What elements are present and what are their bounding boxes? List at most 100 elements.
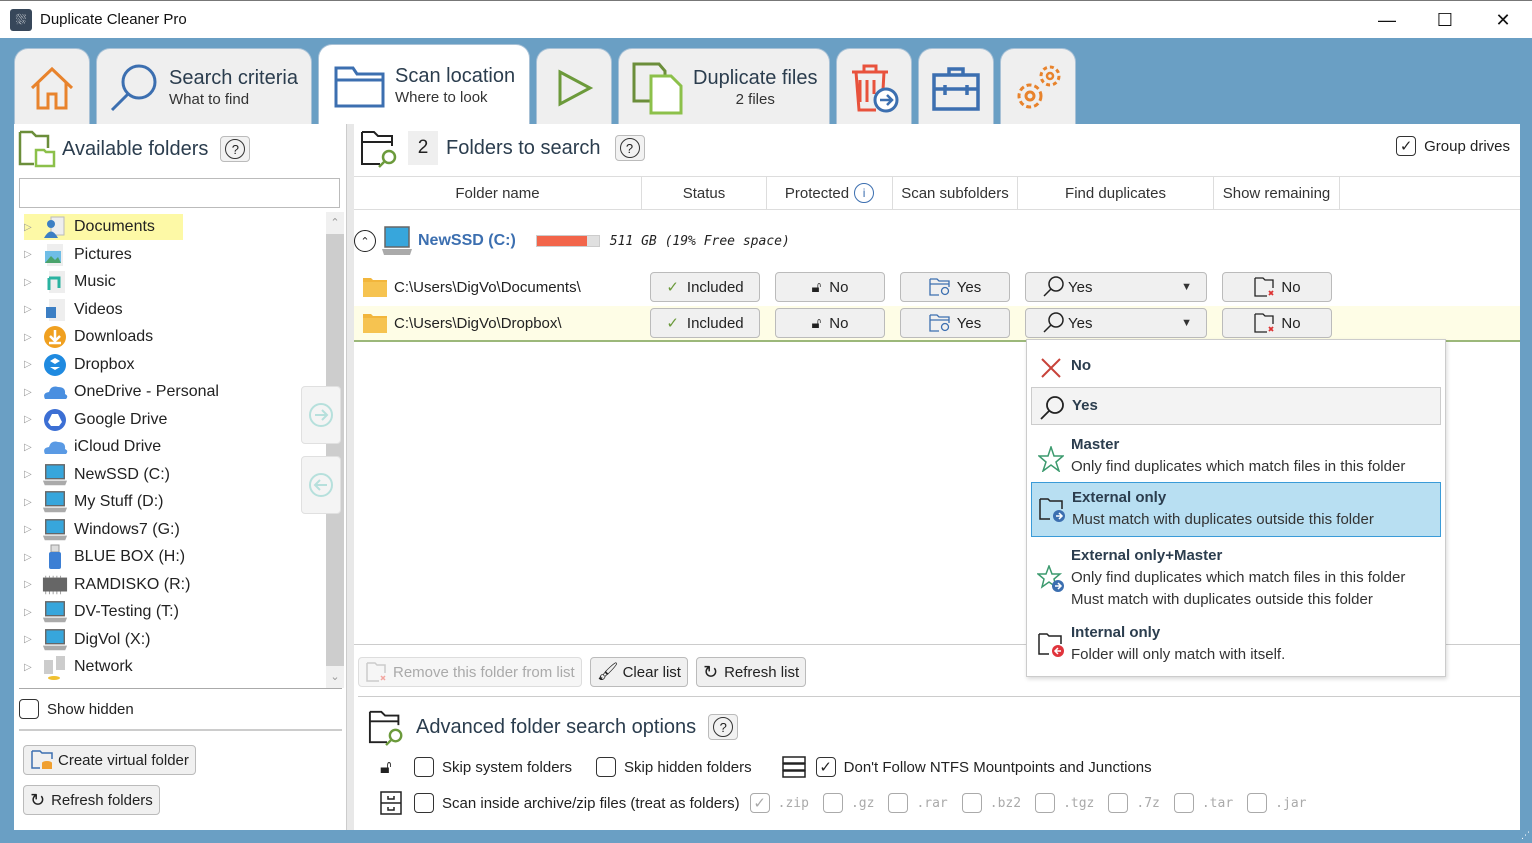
minimize-button[interactable]: — bbox=[1358, 1, 1416, 39]
extension-checkbox[interactable] bbox=[822, 793, 843, 813]
help-button[interactable]: ? bbox=[220, 136, 251, 162]
tree-item[interactable]: ▷ Videos bbox=[24, 297, 123, 323]
column-folder-name[interactable]: Folder name bbox=[354, 176, 642, 210]
expand-arrow-icon[interactable]: ▷ bbox=[24, 552, 38, 563]
extension-option[interactable]: .7z bbox=[1108, 793, 1160, 813]
menu-item-yes[interactable]: Yes bbox=[1031, 387, 1441, 425]
extension-checkbox[interactable] bbox=[888, 793, 909, 813]
expand-arrow-icon[interactable]: ▷ bbox=[24, 662, 38, 673]
menu-item-master[interactable]: Master Only find duplicates which match f… bbox=[1031, 434, 1441, 478]
column-status[interactable]: Status bbox=[642, 176, 767, 210]
column-protected[interactable]: Protected i bbox=[767, 176, 893, 210]
status-button[interactable]: ✓ Included bbox=[650, 308, 760, 338]
skip-hidden-folders-checkbox[interactable] bbox=[596, 757, 617, 777]
drive-name[interactable]: NewSSD (C:) bbox=[418, 232, 516, 250]
tab-start-scan[interactable] bbox=[536, 48, 612, 126]
extension-checkbox[interactable]: ✓ bbox=[749, 793, 770, 813]
expand-arrow-icon[interactable]: ▷ bbox=[24, 359, 38, 370]
tree-item[interactable]: ▷ BLUE BOX (H:) bbox=[24, 544, 185, 570]
menu-item-external-only-master[interactable]: External only+Master Only find duplicates… bbox=[1031, 545, 1441, 611]
column-show-remaining[interactable]: Show remaining bbox=[1214, 176, 1340, 210]
scan-subfolders-button[interactable]: Yes bbox=[900, 272, 1010, 302]
scan-subfolders-button[interactable]: Yes bbox=[900, 308, 1010, 338]
tree-item[interactable]: ▷ Documents bbox=[24, 214, 183, 240]
folder-row[interactable]: C:\Users\DigVo\Dropbox\ ✓ Included 🔓︎ No Y… bbox=[354, 306, 1520, 342]
collapse-button[interactable]: ⌃ bbox=[354, 230, 376, 252]
show-remaining-button[interactable]: No bbox=[1222, 272, 1332, 302]
extension-checkbox[interactable] bbox=[961, 793, 982, 813]
menu-item-internal-only[interactable]: Internal only Folder will only match with… bbox=[1031, 622, 1441, 666]
protected-button[interactable]: 🔓︎ No bbox=[775, 308, 885, 338]
expand-arrow-icon[interactable]: ▷ bbox=[24, 607, 38, 618]
remove-folder-arrow-button[interactable] bbox=[301, 456, 341, 514]
folder-search-input[interactable] bbox=[19, 178, 340, 208]
tree-item[interactable]: ▷ Pictures bbox=[24, 242, 132, 268]
create-virtual-folder-button[interactable]: Create virtual folder bbox=[23, 745, 196, 775]
add-folder-button[interactable] bbox=[301, 386, 341, 444]
skip-system-folders-checkbox[interactable] bbox=[414, 757, 434, 777]
ntfs-checkbox[interactable]: ✓ bbox=[815, 757, 836, 777]
extension-checkbox[interactable] bbox=[1173, 793, 1194, 813]
expand-arrow-icon[interactable]: ▷ bbox=[24, 579, 38, 590]
extension-option[interactable]: .tgz bbox=[1035, 793, 1094, 813]
tree-scrollbar[interactable]: ⌃ ⌄ bbox=[326, 212, 344, 688]
expand-arrow-icon[interactable]: ▷ bbox=[24, 387, 38, 398]
clear-list-button[interactable]: 🖌 Clear list bbox=[590, 657, 688, 687]
extension-option[interactable]: .tar bbox=[1173, 793, 1233, 813]
extension-checkbox[interactable] bbox=[1247, 793, 1268, 813]
tree-item[interactable]: ▷ Music bbox=[24, 269, 116, 295]
tree-item[interactable]: ▷ OneDrive - Personal bbox=[24, 379, 219, 405]
tree-item[interactable]: ▷ RAMDISKO (R:) bbox=[24, 572, 190, 598]
maximize-button[interactable]: ☐ bbox=[1416, 1, 1474, 39]
expand-arrow-icon[interactable]: ▷ bbox=[24, 249, 38, 260]
menu-item-no[interactable]: No bbox=[1031, 346, 1441, 386]
tab-scan-location[interactable]: Scan location Where to look bbox=[318, 44, 530, 126]
tab-removal[interactable] bbox=[836, 48, 912, 126]
folder-row[interactable]: C:\Users\DigVo\Documents\ ✓ Included 🔓︎ No… bbox=[354, 270, 1520, 306]
expand-arrow-icon[interactable]: ▷ bbox=[24, 332, 38, 343]
menu-item-external-only[interactable]: External only Must match with duplicates … bbox=[1031, 482, 1441, 537]
extension-option[interactable]: .bz2 bbox=[961, 793, 1021, 813]
resize-grip-icon[interactable]: ⋰ bbox=[1518, 829, 1530, 841]
tree-item[interactable]: ▷ Downloads bbox=[24, 324, 153, 350]
scroll-down-button[interactable]: ⌄ bbox=[326, 666, 344, 688]
tab-tools[interactable] bbox=[918, 48, 994, 126]
tree-item[interactable]: ▷ Windows7 (G:) bbox=[24, 517, 180, 543]
refresh-folders-button[interactable]: ↻ Refresh folders bbox=[23, 785, 160, 815]
expand-arrow-icon[interactable]: ▷ bbox=[24, 442, 38, 453]
help-button[interactable]: ? bbox=[708, 714, 739, 740]
expand-arrow-icon[interactable]: ▷ bbox=[24, 524, 38, 535]
tree-item[interactable]: ▷ iCloud Drive bbox=[24, 434, 161, 460]
remove-folder-button[interactable]: Remove this folder from list bbox=[358, 657, 582, 687]
expand-arrow-icon[interactable]: ▷ bbox=[24, 222, 38, 233]
expand-arrow-icon[interactable]: ▷ bbox=[24, 469, 38, 480]
tab-duplicate-files[interactable]: Duplicate files 2 files bbox=[618, 48, 830, 126]
scroll-up-button[interactable]: ⌃ bbox=[326, 212, 344, 234]
close-button[interactable]: ✕ bbox=[1474, 1, 1532, 39]
checkbox-checked[interactable]: ✓ bbox=[1396, 136, 1417, 156]
expand-arrow-icon[interactable]: ▷ bbox=[24, 414, 38, 425]
tab-home[interactable] bbox=[14, 48, 90, 126]
refresh-list-button[interactable]: ↻ Refresh list bbox=[696, 657, 807, 687]
find-duplicates-dropdown[interactable]: Yes ▼ bbox=[1025, 272, 1207, 302]
extension-checkbox[interactable] bbox=[1035, 793, 1056, 813]
tree-item[interactable]: ▷ NewSSD (C:) bbox=[24, 462, 170, 488]
show-hidden-checkbox[interactable]: Show hidden bbox=[19, 699, 134, 719]
help-button[interactable]: ? bbox=[614, 135, 645, 161]
expand-arrow-icon[interactable]: ▷ bbox=[24, 497, 38, 508]
info-icon[interactable]: i bbox=[854, 183, 875, 203]
show-remaining-button[interactable]: No bbox=[1222, 308, 1332, 338]
checkbox[interactable] bbox=[19, 699, 39, 719]
tab-search-criteria[interactable]: Search criteria What to find bbox=[96, 48, 312, 126]
extension-option[interactable]: .jar bbox=[1247, 793, 1306, 813]
tree-item[interactable]: ▷ Google Drive bbox=[24, 407, 167, 433]
protected-button[interactable]: 🔓︎ No bbox=[775, 272, 885, 302]
tree-item[interactable]: ▷ DigVol (X:) bbox=[24, 627, 150, 653]
expand-arrow-icon[interactable]: ▷ bbox=[24, 304, 38, 315]
panel-splitter[interactable] bbox=[346, 124, 354, 830]
tree-item[interactable]: ▷ Network bbox=[24, 654, 133, 680]
extension-checkbox[interactable] bbox=[1108, 793, 1129, 813]
expand-arrow-icon[interactable]: ▷ bbox=[24, 634, 38, 645]
expand-arrow-icon[interactable]: ▷ bbox=[24, 277, 38, 288]
status-button[interactable]: ✓ Included bbox=[650, 272, 760, 302]
